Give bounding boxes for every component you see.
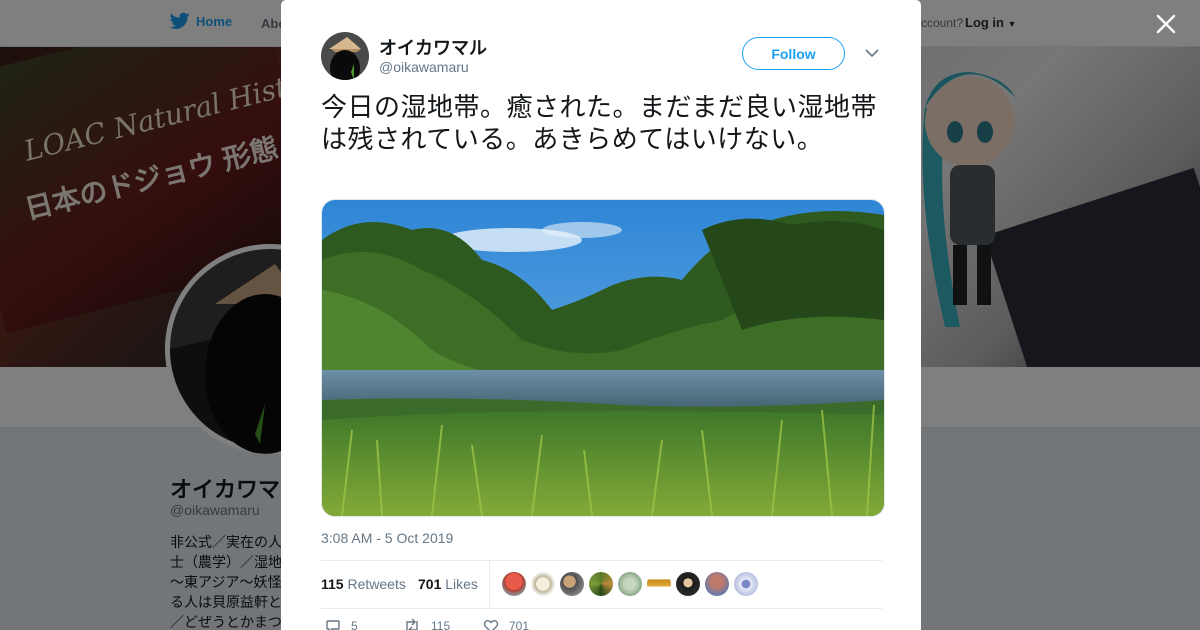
reply-count: 5 [351, 619, 358, 630]
author-name[interactable]: オイカワマル [379, 34, 487, 60]
tweet-modal: オイカワマル @oikawamaru Follow 今日の湿地帯。癒された。まだ… [281, 0, 921, 630]
reply-button[interactable]: 5 [325, 618, 358, 630]
liker-avatar[interactable] [589, 572, 613, 596]
wetland-photo-image [322, 200, 884, 516]
tweet-text: 今日の湿地帯。癒された。まだまだ良い湿地帯は残されている。あきらめてはいけない。 [321, 93, 877, 155]
follow-button[interactable]: Follow [742, 37, 845, 70]
author-avatar[interactable] [321, 32, 369, 80]
author-avatar-image [321, 32, 369, 80]
retweet-icon [406, 618, 418, 630]
retweet-button[interactable]: 115 [403, 618, 450, 630]
liker-avatar[interactable] [560, 572, 584, 596]
tweet-timestamp[interactable]: 3:08 AM - 5 Oct 2019 [321, 530, 453, 546]
likes-stat[interactable]: 701 Likes [418, 576, 478, 592]
chevron-down-icon[interactable] [864, 45, 880, 61]
retweet-count: 115 [431, 619, 451, 630]
liker-avatar[interactable] [618, 572, 642, 596]
liker-avatar[interactable] [734, 572, 758, 596]
retweets-label: Retweets [347, 576, 406, 592]
likes-count: 701 [418, 576, 442, 592]
author-handle[interactable]: @oikawamaru [379, 59, 469, 75]
heart-icon [483, 620, 499, 630]
tweet-photo[interactable] [321, 199, 885, 517]
retweets-stat[interactable]: 115 Retweets [321, 576, 406, 592]
tweet-stats: 115 Retweets 701 Likes [321, 560, 882, 609]
likes-label: Likes [445, 576, 478, 592]
retweets-count: 115 [321, 576, 344, 592]
liker-avatar[interactable] [502, 572, 526, 596]
stats-divider [489, 561, 490, 608]
close-icon[interactable] [1152, 10, 1180, 38]
liker-avatar[interactable] [705, 572, 729, 596]
reply-icon [326, 620, 340, 630]
tweet-actions: 5 115 701 [321, 618, 882, 630]
liker-avatar[interactable] [531, 572, 555, 596]
liker-avatar[interactable] [676, 572, 700, 596]
liker-avatar[interactable] [647, 572, 671, 596]
like-count: 701 [509, 619, 530, 630]
like-button[interactable]: 701 [483, 618, 529, 630]
